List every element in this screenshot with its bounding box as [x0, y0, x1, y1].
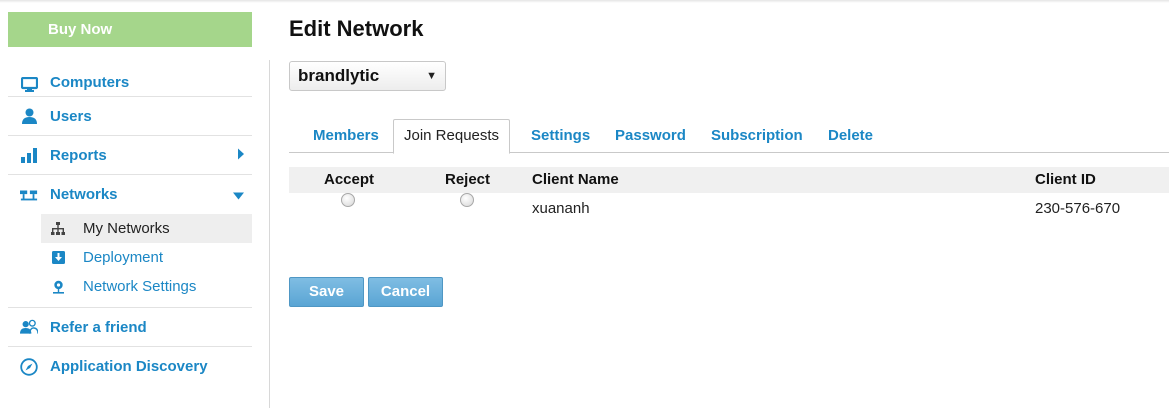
join-requests-table: Accept Reject Client Name Client ID xuan…	[289, 167, 1169, 225]
column-header-client-id: Client ID	[1035, 171, 1096, 188]
network-icon	[20, 186, 38, 204]
monitor-icon	[20, 75, 38, 93]
chevron-down-icon	[233, 186, 244, 203]
tab-members[interactable]: Members	[303, 119, 389, 153]
sidebar-item-label: Networks	[50, 186, 118, 203]
subnav-item-label: My Networks	[83, 220, 170, 237]
network-select-value: brandlytic	[298, 66, 380, 85]
network-tree-icon	[51, 221, 65, 236]
compass-icon	[20, 357, 38, 376]
client-name-cell: xuananh	[532, 200, 590, 217]
column-header-client-name: Client Name	[532, 171, 619, 188]
reject-radio[interactable]	[460, 193, 474, 207]
download-icon	[51, 251, 65, 265]
network-select[interactable]: brandlytic ▼	[289, 61, 446, 91]
chevron-right-icon	[237, 147, 244, 164]
bar-chart-icon	[20, 146, 38, 164]
accept-radio[interactable]	[341, 193, 355, 207]
sidebar-item-application-discovery[interactable]: Application Discovery	[8, 347, 252, 386]
refer-friend-icon	[20, 318, 38, 336]
page-title: Edit Network	[289, 16, 424, 41]
column-header-accept: Accept	[324, 171, 375, 188]
network-settings-icon	[51, 280, 65, 294]
networks-subnav: My Networks Deployment Network Settings	[8, 214, 252, 308]
table-row: xuananh 230-576-670	[289, 193, 1169, 225]
tab-settings[interactable]: Settings	[521, 119, 600, 153]
sidebar-item-users[interactable]: Users	[8, 97, 252, 136]
subnav-item-network-settings[interactable]: Network Settings	[41, 272, 252, 301]
table-header: Accept Reject Client Name Client ID	[289, 167, 1169, 193]
tab-subscription[interactable]: Subscription	[701, 119, 813, 153]
cancel-button[interactable]: Cancel	[368, 277, 443, 307]
caret-down-icon: ▼	[426, 70, 437, 82]
top-shadow	[0, 0, 1169, 3]
sidebar-item-refer-a-friend[interactable]: Refer a friend	[8, 308, 252, 347]
sidebar-item-label: Application Discovery	[50, 358, 208, 375]
tab-password[interactable]: Password	[605, 119, 696, 153]
sidebar-item-label: Refer a friend	[50, 318, 147, 336]
tab-bar: Members Join Requests Settings Password …	[289, 119, 1169, 154]
client-id-cell: 230-576-670	[1035, 200, 1121, 217]
sidebar-item-computers[interactable]: Computers	[8, 67, 252, 97]
sidebar-item-label: Reports	[50, 146, 107, 164]
sidebar-divider	[269, 60, 270, 408]
buy-now-button[interactable]: Buy Now	[8, 12, 252, 47]
subnav-item-deployment[interactable]: Deployment	[41, 243, 252, 272]
subnav-item-my-networks[interactable]: My Networks	[41, 214, 252, 243]
sidebar-item-label: Computers	[50, 74, 130, 91]
save-button[interactable]: Save	[289, 277, 364, 307]
sidebar-item-networks[interactable]: Networks	[8, 175, 252, 214]
tab-delete[interactable]: Delete	[818, 119, 883, 153]
sidebar-item-label: Users	[50, 107, 92, 125]
column-header-reject: Reject	[445, 171, 491, 188]
sidebar: Buy Now Computers Users Reports Networks…	[8, 12, 252, 386]
sidebar-item-reports[interactable]: Reports	[8, 136, 252, 175]
user-icon	[20, 107, 38, 125]
tab-join-requests[interactable]: Join Requests	[393, 119, 511, 154]
subnav-item-label: Network Settings	[83, 278, 197, 295]
subnav-item-label: Deployment	[83, 249, 164, 266]
sidebar-nav: Computers Users Reports Networks My Netw…	[8, 67, 252, 386]
